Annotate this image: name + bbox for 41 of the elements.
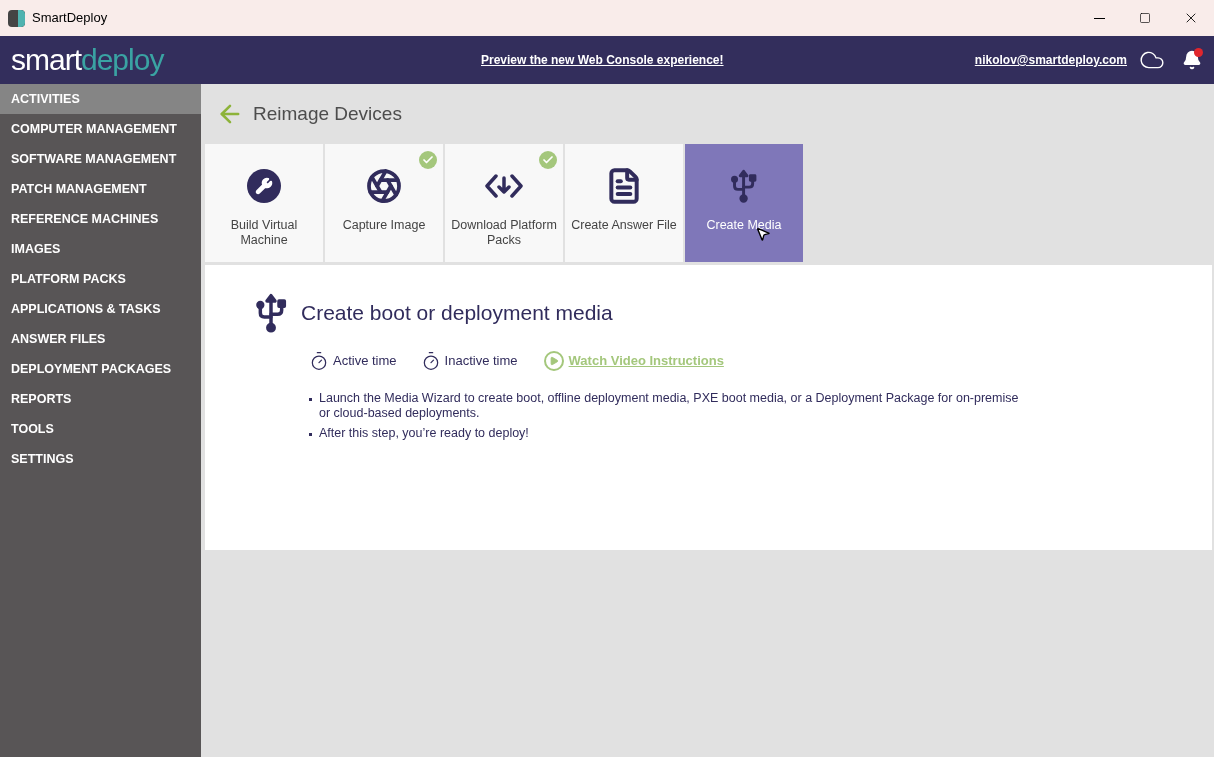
user-email-link[interactable]: nikolov@smartdeploy.com bbox=[974, 51, 1127, 69]
detail-title: Create boot or deployment media bbox=[301, 300, 613, 327]
sidebar-item[interactable]: ACTIVITIES bbox=[0, 84, 201, 114]
usb-icon bbox=[255, 293, 287, 333]
sidebar-item[interactable]: REFERENCE MACHINES bbox=[0, 204, 201, 234]
sidebar-item[interactable]: ANSWER FILES bbox=[0, 324, 201, 354]
minimize-icon bbox=[1093, 17, 1105, 19]
page-title: Reimage Devices bbox=[253, 101, 402, 126]
maximize-icon bbox=[1139, 12, 1151, 24]
download-code-icon bbox=[484, 171, 524, 201]
inactive-time-label: Inactive time bbox=[444, 352, 518, 371]
sidebar-item[interactable]: TOOLS bbox=[0, 414, 201, 444]
notification-bell-icon[interactable] bbox=[1181, 48, 1203, 72]
usb-icon bbox=[730, 169, 758, 203]
aperture-icon bbox=[366, 168, 402, 204]
sidebar-item[interactable]: DEPLOYMENT PACKAGES bbox=[0, 354, 201, 384]
instruction-text: Launch the Media Wizard to create boot, offline deployment media, PXE boot media, or a Deployment Package for on-premise or cloud-based deployments. bbox=[319, 391, 1020, 421]
sidebar-item[interactable]: IMAGES bbox=[0, 234, 201, 264]
logo: smartdeploy bbox=[11, 45, 165, 75]
step-tile[interactable]: Create Media bbox=[685, 144, 803, 262]
sidebar-item[interactable]: REPORTS bbox=[0, 384, 201, 414]
instruction-text: After this step, you’re ready to deploy! bbox=[319, 426, 529, 441]
sidebar-item[interactable]: PLATFORM PACKS bbox=[0, 264, 201, 294]
bullet-icon bbox=[309, 398, 312, 401]
active-time-label: Active time bbox=[333, 352, 397, 371]
sidebar-item[interactable]: APPLICATIONS & TASKS bbox=[0, 294, 201, 324]
sidebar-item[interactable]: SOFTWARE MANAGEMENT bbox=[0, 144, 201, 174]
sidebar-item[interactable]: PATCH MANAGEMENT bbox=[0, 174, 201, 204]
play-icon[interactable] bbox=[543, 351, 564, 371]
bullet-icon bbox=[309, 433, 312, 436]
step-tile[interactable]: Create Answer File bbox=[565, 144, 683, 262]
web-console-link[interactable]: Preview the new Web Console experience! bbox=[481, 51, 724, 69]
sidebar-item[interactable]: COMPUTER MANAGEMENT bbox=[0, 114, 201, 144]
step-tile[interactable]: Capture Image bbox=[325, 144, 443, 262]
sidebar-item[interactable]: SETTINGS bbox=[0, 444, 201, 474]
wrench-icon bbox=[247, 169, 281, 203]
stopwatch-icon bbox=[309, 351, 329, 371]
step-tile[interactable]: Build Virtual Machine bbox=[205, 144, 323, 262]
step-tile[interactable]: Download Platform Packs bbox=[445, 144, 563, 262]
app-icon bbox=[8, 9, 25, 27]
window-title: SmartDeploy bbox=[32, 9, 108, 28]
